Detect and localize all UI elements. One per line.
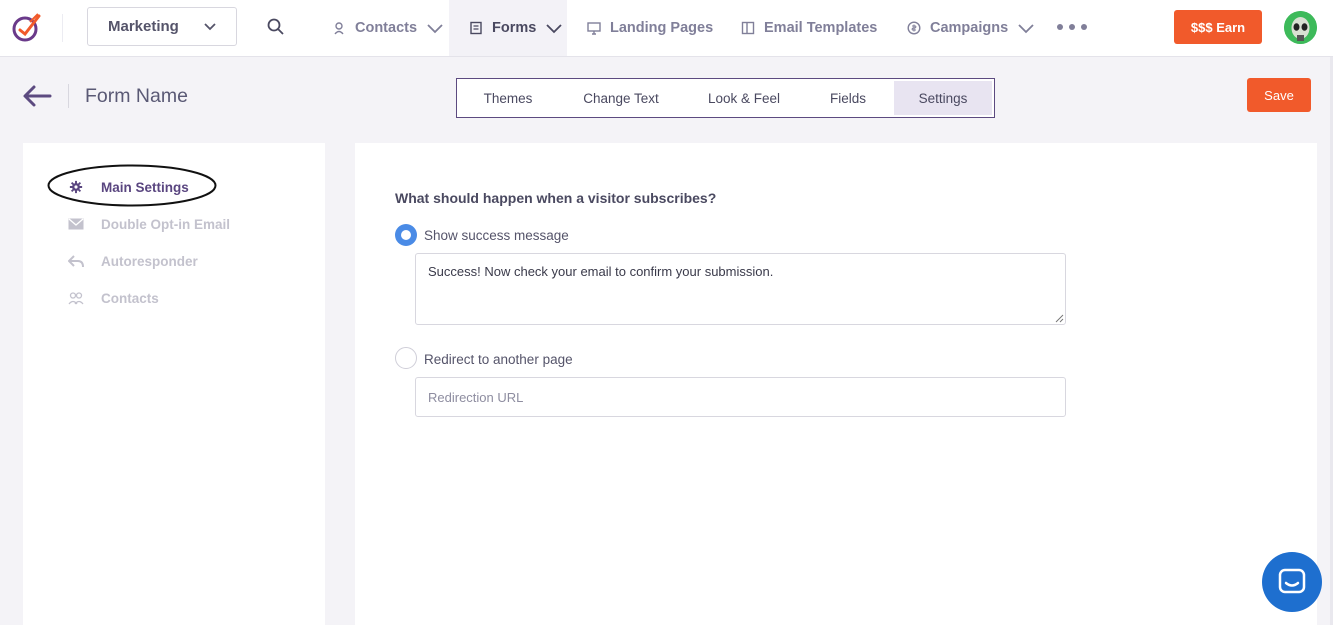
users-icon: [68, 292, 84, 305]
reply-icon: [68, 255, 84, 268]
settings-panel: What should happen when a visitor subscr…: [355, 143, 1317, 625]
resize-grip-icon[interactable]: [1055, 314, 1064, 323]
page-title[interactable]: Form Name: [85, 85, 188, 108]
redirect-radio[interactable]: [395, 347, 417, 369]
search-icon[interactable]: [266, 17, 286, 37]
sidebar-item-double-opt-in[interactable]: Double Opt-in Email: [68, 213, 230, 235]
gear-icon: [69, 180, 83, 194]
tab-settings[interactable]: Settings: [894, 81, 992, 115]
nav-landing-pages-label: Landing Pages: [610, 20, 714, 36]
sidebar-item-label: Contacts: [101, 290, 159, 306]
nav-email-templates-label: Email Templates: [764, 20, 878, 36]
nav-contacts[interactable]: Contacts: [332, 0, 443, 56]
title-divider: [68, 84, 69, 108]
nav-contacts-label: Contacts: [355, 20, 418, 36]
sidebar-item-label: Autoresponder: [101, 253, 198, 269]
nav-forms-label: Forms: [492, 20, 537, 36]
chevron-down-icon: [427, 24, 443, 34]
chat-icon: [1278, 568, 1306, 594]
success-message-radio[interactable]: [395, 224, 417, 246]
more-icon[interactable]: [1056, 18, 1088, 36]
back-arrow-icon[interactable]: [22, 84, 52, 108]
sidebar-item-label: Double Opt-in Email: [101, 216, 231, 232]
chat-widget-button[interactable]: [1262, 552, 1322, 612]
top-navigation: Marketing Contacts Forms Landing Pages E…: [0, 0, 1333, 57]
earn-button[interactable]: $$$ Earn: [1174, 10, 1262, 44]
redirect-option-label[interactable]: Redirect to another page: [424, 352, 573, 367]
workspace-label: Marketing: [108, 18, 179, 35]
chevron-down-icon: [546, 24, 562, 34]
tab-change-text[interactable]: Change Text: [569, 81, 673, 115]
nav-campaigns[interactable]: Campaigns: [907, 0, 1034, 56]
nav-email-templates[interactable]: Email Templates: [741, 0, 877, 56]
sidebar-item-autoresponder[interactable]: Autoresponder: [68, 250, 198, 272]
save-button[interactable]: Save: [1247, 78, 1311, 112]
alien-avatar-icon: [1284, 11, 1317, 44]
tab-look-and-feel[interactable]: Look & Feel: [693, 81, 795, 115]
campaign-icon: [907, 21, 921, 35]
mail-icon: [68, 218, 84, 230]
sidebar-item-main-settings[interactable]: Main Settings: [68, 176, 189, 198]
success-message-textarea[interactable]: Success! Now check your email to confirm…: [415, 253, 1066, 325]
nav-landing-pages[interactable]: Landing Pages: [587, 0, 713, 56]
avatar[interactable]: [1284, 11, 1317, 44]
editor-tabs: Themes Change Text Look & Feel Fields Se…: [456, 78, 995, 118]
subscribe-action-question: What should happen when a visitor subscr…: [395, 190, 717, 206]
app-logo-icon[interactable]: [10, 10, 44, 44]
workspace-selector[interactable]: Marketing: [87, 7, 237, 46]
logo-divider: [62, 14, 63, 42]
user-icon: [334, 22, 344, 35]
nav-forms[interactable]: Forms: [449, 0, 567, 56]
tab-fields[interactable]: Fields: [815, 81, 881, 115]
form-icon: [470, 21, 482, 35]
chevron-down-icon: [1018, 24, 1034, 34]
template-icon: [741, 21, 755, 35]
monitor-icon: [587, 22, 601, 35]
chevron-down-icon: [204, 23, 216, 31]
nav-campaigns-label: Campaigns: [930, 20, 1009, 36]
sidebar-item-label: Main Settings: [101, 179, 189, 195]
sidebar-item-contacts[interactable]: Contacts: [68, 287, 159, 309]
redirection-url-input[interactable]: [415, 377, 1066, 417]
tab-themes[interactable]: Themes: [467, 81, 549, 115]
success-message-option-label[interactable]: Show success message: [424, 228, 569, 243]
